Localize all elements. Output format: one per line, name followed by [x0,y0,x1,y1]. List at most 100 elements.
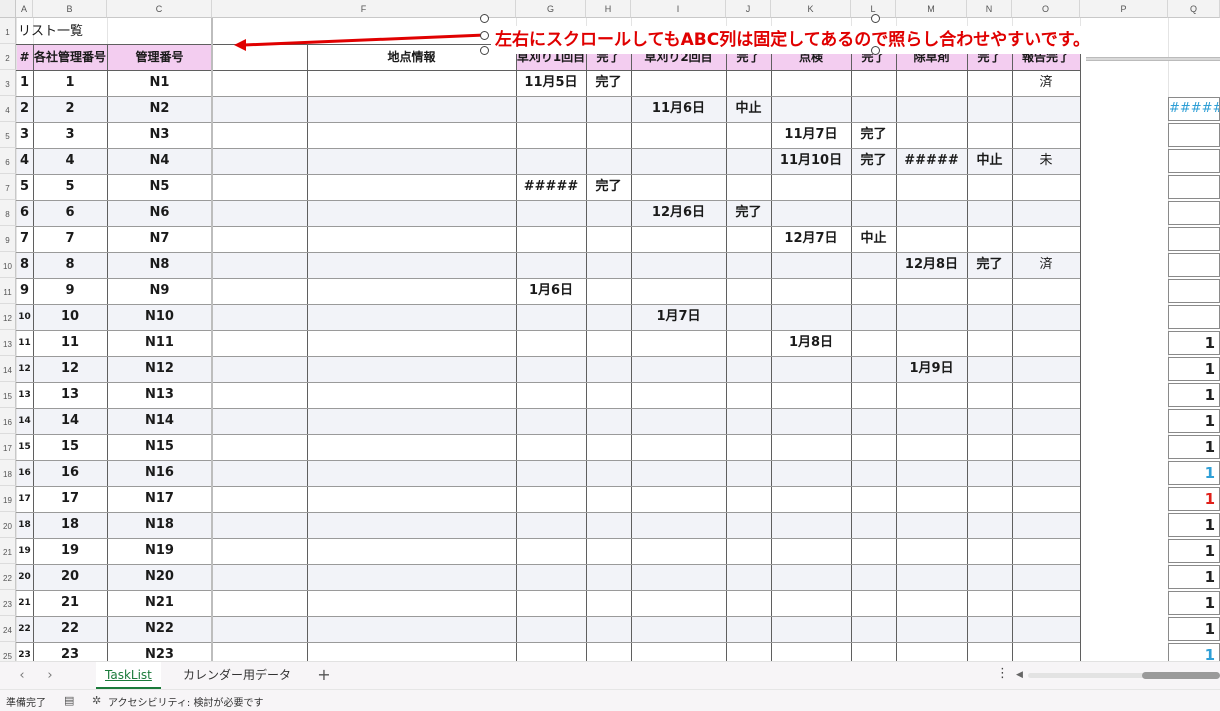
page-view-icon[interactable]: ▤ [64,694,74,707]
cell-company-id[interactable]: 12 [33,356,107,382]
row-header[interactable]: 14 [0,356,16,382]
cell-herbicide-date[interactable] [896,278,967,304]
cell-inspection-date[interactable] [771,174,851,200]
cell-herbicide-done[interactable] [967,174,1012,200]
cell-inspection-date[interactable]: 1月8日 [771,330,851,356]
cell-report-status[interactable] [1012,200,1080,226]
cell-report-status[interactable] [1012,460,1080,486]
cell-mowing-2-done[interactable] [726,460,771,486]
cell-mowing-1-date[interactable] [516,564,586,590]
cell-company-id[interactable]: 10 [33,304,107,330]
cell-herbicide-done[interactable] [967,564,1012,590]
cell-mowing-2-date[interactable] [631,70,726,96]
cell-mowing-2-done[interactable] [726,174,771,200]
cell-herbicide-date[interactable] [896,70,967,96]
cell-row-number[interactable]: 4 [16,148,33,174]
cell-management-id[interactable]: N14 [107,408,212,434]
cell-mowing-1-done[interactable] [586,590,631,616]
cell-inspection-date[interactable] [771,70,851,96]
chevron-left-icon[interactable]: ‹ [14,667,30,685]
cell-mowing-1-date[interactable] [516,538,586,564]
cell-mowing-1-done[interactable] [586,564,631,590]
column-header-a[interactable]: A [16,0,33,18]
cell-mowing-2-date[interactable] [631,564,726,590]
cell-mowing-1-date[interactable] [516,408,586,434]
cell-company-id[interactable]: 8 [33,252,107,278]
cell-management-id[interactable]: N15 [107,434,212,460]
cell-inspection-done[interactable] [851,590,896,616]
cell-company-id[interactable]: 6 [33,200,107,226]
cell-company-id[interactable]: 11 [33,330,107,356]
cell-q[interactable]: 1 [1168,565,1220,589]
cell-company-id[interactable]: 23 [33,642,107,661]
cell-herbicide-date[interactable] [896,434,967,460]
cell-mowing-2-done[interactable]: 中止 [726,96,771,122]
cell-inspection-date[interactable] [771,616,851,642]
cell-inspection-date[interactable] [771,590,851,616]
cell-row-number[interactable]: 19 [16,538,33,564]
cell-report-status[interactable] [1012,408,1080,434]
cell-herbicide-done[interactable] [967,616,1012,642]
cell-mowing-1-done[interactable]: 完了 [586,70,631,96]
column-header-f[interactable]: F [212,0,516,18]
row-header[interactable]: 25 [0,642,16,661]
column-header-h[interactable]: H [586,0,631,18]
cell-mowing-2-done[interactable] [726,538,771,564]
cell-mowing-1-date[interactable] [516,486,586,512]
row-header[interactable]: 16 [0,408,16,434]
shape-handle-right-top[interactable] [871,14,880,23]
cell-mowing-2-done[interactable] [726,148,771,174]
cell-mowing-1-done[interactable] [586,512,631,538]
cell-report-status[interactable] [1012,382,1080,408]
cell-inspection-date[interactable] [771,252,851,278]
cell-mowing-1-done[interactable] [586,538,631,564]
cell-mowing-2-done[interactable] [726,356,771,382]
cell-herbicide-date[interactable] [896,460,967,486]
cell-management-id[interactable]: N2 [107,96,212,122]
cell-mowing-2-done[interactable] [726,122,771,148]
cell-q[interactable] [1168,305,1220,329]
cell-inspection-done[interactable] [851,382,896,408]
cell-mowing-1-done[interactable] [586,96,631,122]
cell-report-status[interactable] [1012,356,1080,382]
cell-mowing-2-date[interactable] [631,512,726,538]
cell-q[interactable]: 1 [1168,539,1220,563]
cell-mowing-1-done[interactable] [586,226,631,252]
cell-mowing-1-date[interactable] [516,122,586,148]
cell-mowing-2-done[interactable] [726,226,771,252]
cell-management-id[interactable]: N8 [107,252,212,278]
cell-report-status[interactable]: 済 [1012,252,1080,278]
column-header-i[interactable]: I [631,0,726,18]
cell-herbicide-done[interactable] [967,590,1012,616]
sheet-title[interactable]: リスト一覧 [18,20,83,44]
cell-inspection-date[interactable] [771,486,851,512]
cell-mowing-2-date[interactable] [631,226,726,252]
cell-mowing-2-date[interactable] [631,382,726,408]
cell-row-number[interactable]: 13 [16,382,33,408]
cell-mowing-2-date[interactable] [631,590,726,616]
cell-inspection-date[interactable] [771,304,851,330]
row-header[interactable]: 5 [0,122,16,148]
cell-mowing-1-done[interactable] [586,382,631,408]
cell-mowing-1-date[interactable] [516,434,586,460]
cell-herbicide-done[interactable] [967,278,1012,304]
cell-company-id[interactable]: 18 [33,512,107,538]
column-heading-c[interactable]: 管理番号 [107,44,212,70]
cell-mowing-2-date[interactable] [631,642,726,661]
cell-report-status[interactable]: 未 [1012,148,1080,174]
cell-herbicide-date[interactable] [896,616,967,642]
cell-mowing-1-done[interactable] [586,122,631,148]
cell-row-number[interactable]: 1 [16,70,33,96]
cell-report-status[interactable] [1012,174,1080,200]
cell-management-id[interactable]: N4 [107,148,212,174]
cell-inspection-done[interactable]: 完了 [851,148,896,174]
cell-row-number[interactable]: 23 [16,642,33,661]
row-header[interactable]: 18 [0,460,16,486]
cell-mowing-2-date[interactable]: 11月6日 [631,96,726,122]
cell-mowing-2-done[interactable] [726,330,771,356]
cell-management-id[interactable]: N12 [107,356,212,382]
cell-mowing-1-date[interactable] [516,148,586,174]
cell-inspection-done[interactable] [851,70,896,96]
cell-mowing-2-done[interactable] [726,278,771,304]
cell-herbicide-done[interactable] [967,512,1012,538]
